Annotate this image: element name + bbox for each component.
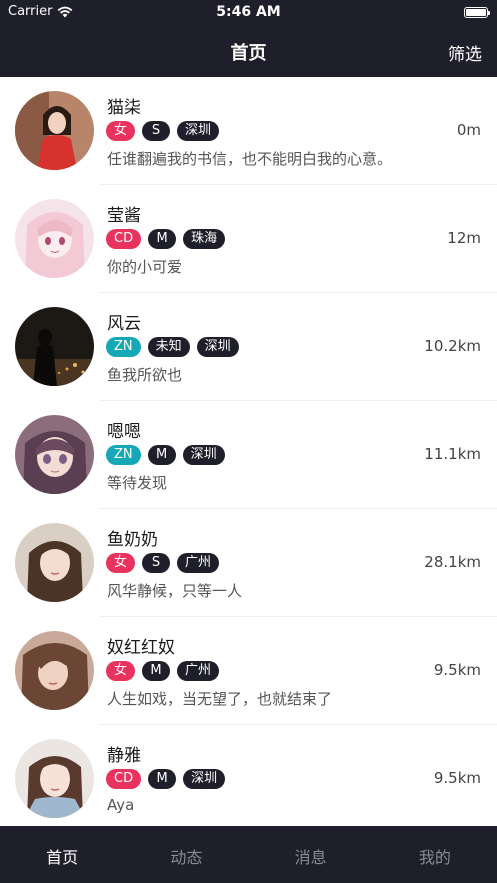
city-tag: 深圳 — [196, 337, 239, 357]
user-signature: 人生如戏，当无望了，也就结束了 — [107, 690, 333, 708]
tab-mine[interactable]: 我的 — [373, 826, 497, 883]
role-tag: M — [148, 229, 177, 249]
user-signature: 风华静候，只等一人 — [107, 582, 243, 600]
city-tag: 深圳 — [183, 769, 226, 789]
list-item[interactable]: 猫柒 女 S 深圳 0m 任谁翻遍我的书信，也不能明白我的心意。 — [0, 77, 497, 185]
user-name: 奴红红奴 — [107, 638, 175, 658]
distance-label: 10.2km — [424, 337, 481, 355]
user-signature: 鱼我所欲也 — [107, 366, 183, 384]
page-title: 首页 — [230, 43, 267, 64]
city-tag: 深圳 — [182, 445, 225, 465]
user-name: 风云 — [107, 314, 141, 334]
gender-tag: 女 — [106, 553, 136, 573]
user-name: 鱼奶奶 — [107, 530, 158, 550]
list-item[interactable]: 静雅 CD M 深圳 9.5km Aya — [0, 725, 497, 826]
distance-label: 28.1km — [424, 553, 481, 571]
user-signature: 你的小可爱 — [107, 258, 183, 276]
user-tags: 女 M 广州 — [106, 661, 220, 681]
role-tag: S — [142, 121, 171, 141]
user-tags: ZN 未知 深圳 — [106, 337, 239, 357]
user-name: 静雅 — [107, 746, 141, 766]
filter-button[interactable]: 筛选 — [448, 40, 482, 65]
user-signature: 等待发现 — [107, 474, 168, 492]
avatar — [15, 523, 94, 602]
avatar — [15, 91, 94, 170]
city-tag: 珠海 — [183, 229, 226, 249]
tab-messages[interactable]: 消息 — [249, 826, 373, 883]
avatar — [15, 415, 94, 494]
status-time: 5:46 AM — [216, 4, 281, 20]
user-tags: CD M 珠海 — [106, 229, 226, 249]
list-item[interactable]: 鱼奶奶 女 S 广州 28.1km 风华静候，只等一人 — [0, 509, 497, 617]
distance-label: 12m — [447, 229, 481, 247]
distance-label: 11.1km — [424, 445, 481, 463]
gender-tag: CD — [106, 229, 142, 249]
role-tag: S — [142, 553, 171, 573]
user-tags: ZN M 深圳 — [106, 445, 225, 465]
distance-label: 0m — [456, 121, 481, 139]
user-tags: 女 S 广州 — [106, 553, 220, 573]
avatar — [15, 307, 94, 386]
avatar — [15, 631, 94, 710]
status-bar: Carrier 5:46 AM — [0, 0, 497, 26]
tab-home[interactable]: 首页 — [0, 826, 124, 883]
nav-bar: 首页 筛选 — [0, 26, 497, 77]
list-item[interactable]: 风云 ZN 未知 深圳 10.2km 鱼我所欲也 — [0, 293, 497, 401]
gender-tag: 女 — [106, 121, 136, 141]
gender-tag: 女 — [106, 661, 136, 681]
list-item[interactable]: 奴红红奴 女 M 广州 9.5km 人生如戏，当无望了，也就结束了 — [0, 617, 497, 725]
city-tag: 深圳 — [177, 121, 220, 141]
user-signature: 任谁翻遍我的书信，也不能明白我的心意。 — [107, 150, 393, 168]
user-name: 猫柒 — [107, 98, 141, 118]
gender-tag: CD — [106, 769, 142, 789]
city-tag: 广州 — [177, 553, 220, 573]
role-tag: M — [148, 769, 177, 789]
role-tag: 未知 — [147, 337, 190, 357]
user-name: 嗯嗯 — [107, 422, 141, 442]
gender-tag: ZN — [106, 445, 141, 465]
avatar — [15, 739, 94, 818]
list-item[interactable]: 莹酱 CD M 珠海 12m 你的小可爱 — [0, 185, 497, 293]
list-item[interactable]: 嗯嗯 ZN M 深圳 11.1km 等待发现 — [0, 401, 497, 509]
user-tags: CD M 深圳 — [106, 769, 226, 789]
role-tag: M — [142, 661, 171, 681]
role-tag: M — [147, 445, 176, 465]
city-tag: 广州 — [177, 661, 220, 681]
battery-icon — [464, 7, 490, 18]
gender-tag: ZN — [106, 337, 141, 357]
user-tags: 女 S 深圳 — [106, 121, 220, 141]
user-list: 猫柒 女 S 深圳 0m 任谁翻遍我的书信，也不能明白我的心意。 莹酱 CD M — [0, 77, 497, 826]
user-signature: Aya — [107, 796, 135, 814]
distance-label: 9.5km — [433, 769, 481, 787]
tab-bar: 首页 动态 消息 我的 — [0, 826, 497, 883]
user-name: 莹酱 — [107, 206, 141, 226]
tab-moments[interactable]: 动态 — [124, 826, 248, 883]
avatar — [15, 199, 94, 278]
distance-label: 9.5km — [433, 661, 481, 679]
